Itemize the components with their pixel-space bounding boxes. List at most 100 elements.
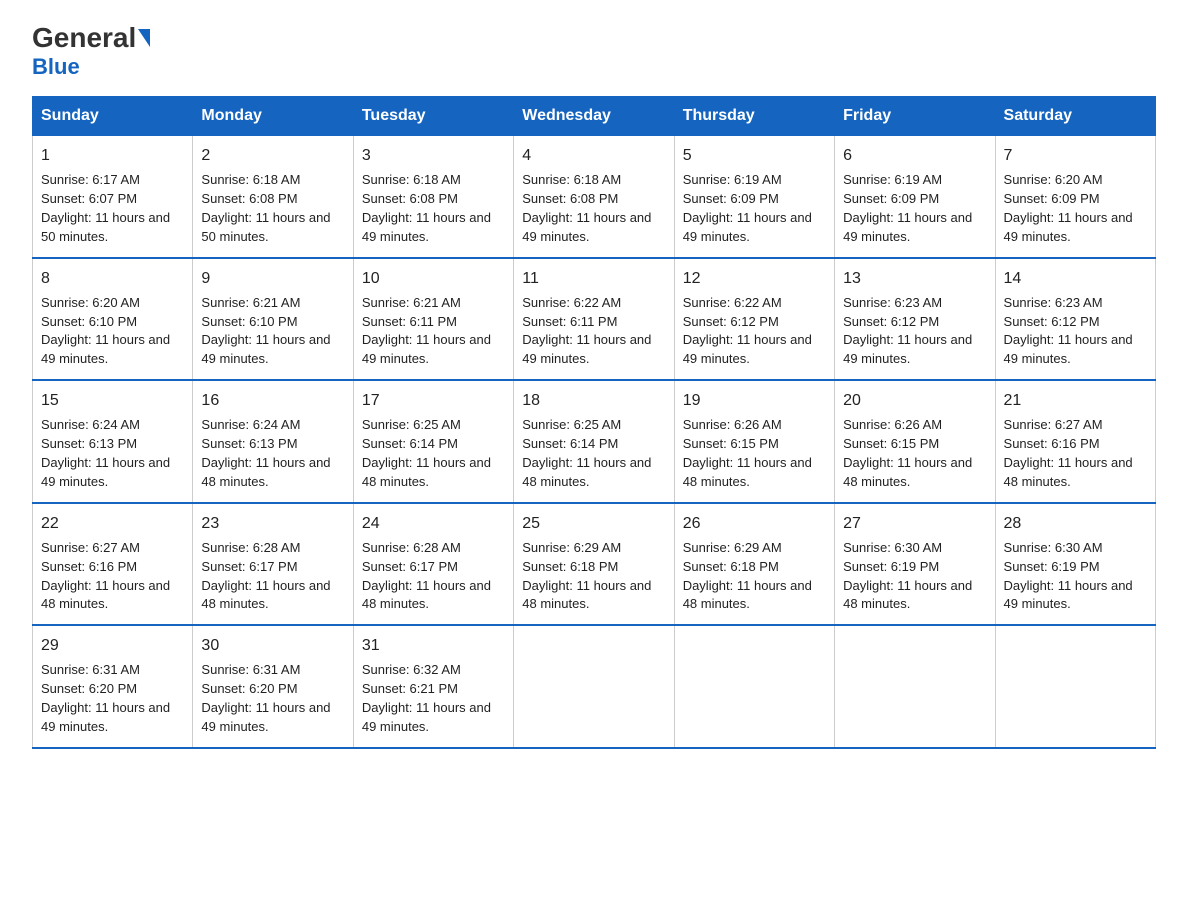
calendar-cell: 25 Sunrise: 6:29 AMSunset: 6:18 PMDaylig… xyxy=(514,503,674,626)
header-saturday: Saturday xyxy=(995,97,1155,136)
calendar-cell: 24 Sunrise: 6:28 AMSunset: 6:17 PMDaylig… xyxy=(353,503,513,626)
day-number: 14 xyxy=(1004,267,1147,290)
day-info: Sunrise: 6:25 AMSunset: 6:14 PMDaylight:… xyxy=(522,417,651,489)
header-monday: Monday xyxy=(193,97,353,136)
week-row-3: 15 Sunrise: 6:24 AMSunset: 6:13 PMDaylig… xyxy=(33,380,1156,503)
day-info: Sunrise: 6:25 AMSunset: 6:14 PMDaylight:… xyxy=(362,417,491,489)
calendar-cell: 4 Sunrise: 6:18 AMSunset: 6:08 PMDayligh… xyxy=(514,136,674,258)
day-number: 17 xyxy=(362,389,505,412)
day-number: 5 xyxy=(683,144,826,167)
day-number: 27 xyxy=(843,512,986,535)
calendar-cell: 5 Sunrise: 6:19 AMSunset: 6:09 PMDayligh… xyxy=(674,136,834,258)
day-number: 3 xyxy=(362,144,505,167)
day-info: Sunrise: 6:26 AMSunset: 6:15 PMDaylight:… xyxy=(683,417,812,489)
calendar-cell: 19 Sunrise: 6:26 AMSunset: 6:15 PMDaylig… xyxy=(674,380,834,503)
day-info: Sunrise: 6:21 AMSunset: 6:11 PMDaylight:… xyxy=(362,295,491,367)
day-number: 12 xyxy=(683,267,826,290)
day-number: 10 xyxy=(362,267,505,290)
calendar-cell xyxy=(514,625,674,748)
calendar-cell: 11 Sunrise: 6:22 AMSunset: 6:11 PMDaylig… xyxy=(514,258,674,381)
logo-general: General xyxy=(32,24,136,52)
calendar-cell: 12 Sunrise: 6:22 AMSunset: 6:12 PMDaylig… xyxy=(674,258,834,381)
day-info: Sunrise: 6:18 AMSunset: 6:08 PMDaylight:… xyxy=(522,172,651,244)
calendar-cell: 8 Sunrise: 6:20 AMSunset: 6:10 PMDayligh… xyxy=(33,258,193,381)
day-info: Sunrise: 6:29 AMSunset: 6:18 PMDaylight:… xyxy=(683,540,812,612)
day-number: 30 xyxy=(201,634,344,657)
header-wednesday: Wednesday xyxy=(514,97,674,136)
day-info: Sunrise: 6:30 AMSunset: 6:19 PMDaylight:… xyxy=(843,540,972,612)
day-number: 23 xyxy=(201,512,344,535)
day-info: Sunrise: 6:22 AMSunset: 6:12 PMDaylight:… xyxy=(683,295,812,367)
day-info: Sunrise: 6:27 AMSunset: 6:16 PMDaylight:… xyxy=(41,540,170,612)
calendar-table: SundayMondayTuesdayWednesdayThursdayFrid… xyxy=(32,96,1156,749)
day-info: Sunrise: 6:20 AMSunset: 6:09 PMDaylight:… xyxy=(1004,172,1133,244)
calendar-cell: 10 Sunrise: 6:21 AMSunset: 6:11 PMDaylig… xyxy=(353,258,513,381)
day-info: Sunrise: 6:21 AMSunset: 6:10 PMDaylight:… xyxy=(201,295,330,367)
day-number: 29 xyxy=(41,634,184,657)
calendar-cell: 7 Sunrise: 6:20 AMSunset: 6:09 PMDayligh… xyxy=(995,136,1155,258)
calendar-cell: 15 Sunrise: 6:24 AMSunset: 6:13 PMDaylig… xyxy=(33,380,193,503)
day-number: 11 xyxy=(522,267,665,290)
day-info: Sunrise: 6:17 AMSunset: 6:07 PMDaylight:… xyxy=(41,172,170,244)
day-number: 21 xyxy=(1004,389,1147,412)
calendar-cell: 2 Sunrise: 6:18 AMSunset: 6:08 PMDayligh… xyxy=(193,136,353,258)
logo-blue: Blue xyxy=(32,54,80,80)
day-number: 4 xyxy=(522,144,665,167)
week-row-1: 1 Sunrise: 6:17 AMSunset: 6:07 PMDayligh… xyxy=(33,136,1156,258)
day-number: 13 xyxy=(843,267,986,290)
day-number: 1 xyxy=(41,144,184,167)
day-number: 7 xyxy=(1004,144,1147,167)
calendar-cell: 1 Sunrise: 6:17 AMSunset: 6:07 PMDayligh… xyxy=(33,136,193,258)
calendar-cell: 17 Sunrise: 6:25 AMSunset: 6:14 PMDaylig… xyxy=(353,380,513,503)
day-info: Sunrise: 6:23 AMSunset: 6:12 PMDaylight:… xyxy=(1004,295,1133,367)
day-info: Sunrise: 6:19 AMSunset: 6:09 PMDaylight:… xyxy=(843,172,972,244)
calendar-cell: 30 Sunrise: 6:31 AMSunset: 6:20 PMDaylig… xyxy=(193,625,353,748)
day-number: 9 xyxy=(201,267,344,290)
calendar-cell: 6 Sunrise: 6:19 AMSunset: 6:09 PMDayligh… xyxy=(835,136,995,258)
calendar-cell: 9 Sunrise: 6:21 AMSunset: 6:10 PMDayligh… xyxy=(193,258,353,381)
day-info: Sunrise: 6:31 AMSunset: 6:20 PMDaylight:… xyxy=(201,662,330,734)
calendar-cell xyxy=(835,625,995,748)
week-row-5: 29 Sunrise: 6:31 AMSunset: 6:20 PMDaylig… xyxy=(33,625,1156,748)
header-sunday: Sunday xyxy=(33,97,193,136)
day-number: 22 xyxy=(41,512,184,535)
calendar-cell xyxy=(995,625,1155,748)
day-info: Sunrise: 6:24 AMSunset: 6:13 PMDaylight:… xyxy=(41,417,170,489)
logo-triangle-icon xyxy=(138,29,150,47)
day-number: 6 xyxy=(843,144,986,167)
header-friday: Friday xyxy=(835,97,995,136)
day-number: 2 xyxy=(201,144,344,167)
day-info: Sunrise: 6:27 AMSunset: 6:16 PMDaylight:… xyxy=(1004,417,1133,489)
day-number: 18 xyxy=(522,389,665,412)
day-info: Sunrise: 6:22 AMSunset: 6:11 PMDaylight:… xyxy=(522,295,651,367)
day-number: 16 xyxy=(201,389,344,412)
day-info: Sunrise: 6:28 AMSunset: 6:17 PMDaylight:… xyxy=(362,540,491,612)
day-info: Sunrise: 6:26 AMSunset: 6:15 PMDaylight:… xyxy=(843,417,972,489)
day-info: Sunrise: 6:20 AMSunset: 6:10 PMDaylight:… xyxy=(41,295,170,367)
header-thursday: Thursday xyxy=(674,97,834,136)
calendar-cell: 31 Sunrise: 6:32 AMSunset: 6:21 PMDaylig… xyxy=(353,625,513,748)
day-info: Sunrise: 6:31 AMSunset: 6:20 PMDaylight:… xyxy=(41,662,170,734)
calendar-cell: 26 Sunrise: 6:29 AMSunset: 6:18 PMDaylig… xyxy=(674,503,834,626)
calendar-cell: 14 Sunrise: 6:23 AMSunset: 6:12 PMDaylig… xyxy=(995,258,1155,381)
day-info: Sunrise: 6:28 AMSunset: 6:17 PMDaylight:… xyxy=(201,540,330,612)
day-number: 26 xyxy=(683,512,826,535)
day-info: Sunrise: 6:32 AMSunset: 6:21 PMDaylight:… xyxy=(362,662,491,734)
calendar-cell: 27 Sunrise: 6:30 AMSunset: 6:19 PMDaylig… xyxy=(835,503,995,626)
day-number: 15 xyxy=(41,389,184,412)
day-number: 31 xyxy=(362,634,505,657)
logo: General Blue xyxy=(32,24,150,80)
calendar-cell: 21 Sunrise: 6:27 AMSunset: 6:16 PMDaylig… xyxy=(995,380,1155,503)
day-info: Sunrise: 6:30 AMSunset: 6:19 PMDaylight:… xyxy=(1004,540,1133,612)
day-number: 25 xyxy=(522,512,665,535)
day-info: Sunrise: 6:23 AMSunset: 6:12 PMDaylight:… xyxy=(843,295,972,367)
page-header: General Blue xyxy=(32,24,1156,80)
calendar-cell: 22 Sunrise: 6:27 AMSunset: 6:16 PMDaylig… xyxy=(33,503,193,626)
calendar-cell: 28 Sunrise: 6:30 AMSunset: 6:19 PMDaylig… xyxy=(995,503,1155,626)
calendar-cell xyxy=(674,625,834,748)
day-info: Sunrise: 6:19 AMSunset: 6:09 PMDaylight:… xyxy=(683,172,812,244)
week-row-4: 22 Sunrise: 6:27 AMSunset: 6:16 PMDaylig… xyxy=(33,503,1156,626)
calendar-cell: 13 Sunrise: 6:23 AMSunset: 6:12 PMDaylig… xyxy=(835,258,995,381)
day-info: Sunrise: 6:18 AMSunset: 6:08 PMDaylight:… xyxy=(201,172,330,244)
day-number: 28 xyxy=(1004,512,1147,535)
